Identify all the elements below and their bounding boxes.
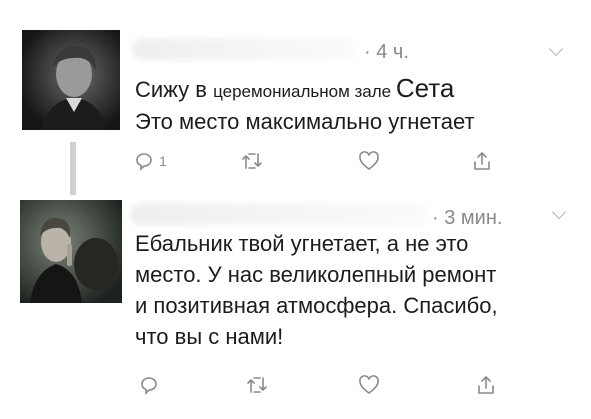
reply-button[interactable]: 1: [133, 148, 167, 174]
timestamp[interactable]: · 3 мин.: [432, 207, 502, 230]
reply-icon: [141, 377, 157, 395]
avatar-photo: [22, 30, 120, 130]
heart-icon: [359, 375, 379, 394]
tweet-1[interactable]: · 4 ч. Сижу в церемониальном зале Сета Э…: [0, 0, 591, 195]
reply-icon: [136, 153, 152, 171]
heart-icon: [359, 151, 379, 170]
tweet-2[interactable]: · 3 мин. Ебальник твой угнетает, а не эт…: [0, 195, 591, 419]
tweet-text: Ебальник твой угнетает, а не это место. …: [135, 228, 498, 352]
avatar[interactable]: [20, 200, 122, 303]
tweet-text-line-2: Это место максимально угнетает: [135, 109, 475, 134]
share-icon: [478, 376, 494, 394]
share-button[interactable]: [470, 148, 494, 174]
share-icon: [474, 152, 490, 170]
reply-count: 1: [159, 153, 167, 169]
user-name-redacted: [130, 203, 430, 225]
avatar-photo: [20, 200, 122, 303]
timestamp[interactable]: · 4 ч.: [364, 41, 409, 64]
like-button[interactable]: [357, 372, 381, 398]
tweet-text-line-3: и позитивная атмосфера. Спасибо,: [135, 293, 498, 318]
tweet-text-line-1: Сижу в церемониальном зале Сета: [135, 73, 475, 107]
avatar[interactable]: [22, 30, 120, 130]
share-button[interactable]: [474, 372, 498, 398]
tweet-actions: [0, 372, 591, 402]
retweet-button[interactable]: [240, 148, 264, 174]
text-segment: церемониальном зале: [213, 82, 396, 101]
tweet-actions: 1: [0, 148, 591, 178]
tweet-text: Сижу в церемониальном зале Сета Это мест…: [135, 73, 475, 137]
tweet-text-line-1: Ебальник твой угнетает, а не это: [135, 231, 469, 256]
chevron-down-icon[interactable]: [551, 204, 567, 220]
chevron-down-icon[interactable]: [548, 41, 564, 57]
retweet-icon: [242, 153, 262, 169]
reply-button[interactable]: [138, 372, 162, 398]
user-name-redacted: [132, 38, 357, 60]
like-button[interactable]: [357, 148, 381, 174]
tweet-text-line-2: место. У нас великолепный ремонт: [135, 262, 497, 287]
text-segment: Сижу в: [135, 77, 214, 102]
tweet-text-line-4: что вы с нами!: [135, 324, 284, 349]
retweet-icon: [247, 377, 267, 393]
retweet-button[interactable]: [245, 372, 269, 398]
text-segment: Сета: [395, 73, 455, 103]
